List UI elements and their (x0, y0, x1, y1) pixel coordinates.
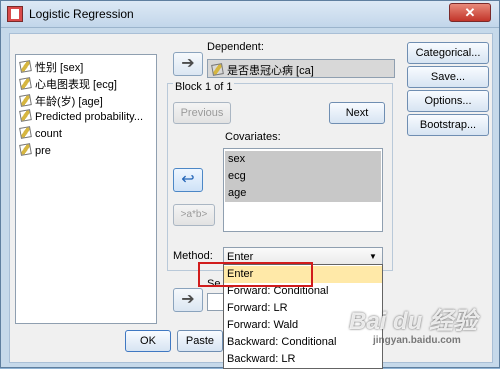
block-label: Block 1 of 1 (173, 81, 235, 93)
dependent-label: Dependent: (207, 41, 264, 53)
move-to-selection-button[interactable]: ➔ (173, 288, 203, 312)
left-arrow-icon: ↩ (181, 171, 195, 188)
method-label: Method: (173, 250, 213, 262)
scale-ruler-icon (19, 77, 32, 90)
dropdown-arrow-icon: ▼ (369, 252, 377, 261)
scale-ruler-icon (19, 126, 32, 139)
scale-ruler-icon (19, 94, 32, 107)
scale-ruler-icon (19, 143, 32, 156)
save-button[interactable]: Save... (407, 66, 489, 88)
right-arrow-icon: ➔ (181, 55, 195, 72)
categorical-button[interactable]: Categorical... (407, 42, 489, 64)
variable-item[interactable]: 性别 [sex] (19, 59, 83, 75)
covariates-label: Covariates: (225, 131, 281, 143)
covariate-item[interactable]: ecg (225, 168, 381, 185)
scale-ruler-icon (19, 60, 32, 73)
move-to-dependent-button[interactable]: ➔ (173, 52, 203, 76)
next-button[interactable]: Next (329, 102, 385, 124)
baidu-watermark: Bai du 经验 jingyan.baidu.com (349, 308, 478, 346)
covariates-list[interactable]: sex ecg age (223, 148, 383, 232)
highlight-box (198, 262, 313, 287)
logistic-regression-dialog: Logistic Regression ✕ 性别 [sex] 心电图表现 [ec… (0, 0, 500, 369)
variable-item[interactable]: Predicted probability... (19, 109, 143, 126)
bootstrap-button[interactable]: Bootstrap... (407, 114, 489, 136)
scale-ruler-icon (19, 109, 32, 122)
title-bar: Logistic Regression ✕ (1, 1, 499, 28)
variable-item[interactable]: pre (19, 143, 51, 160)
variable-item[interactable]: count (19, 126, 62, 143)
dependent-field[interactable]: 是否患冠心病 [ca] (207, 59, 395, 78)
covariate-item[interactable]: age (225, 185, 381, 202)
variable-item[interactable]: 年龄(岁) [age] (19, 93, 103, 109)
variable-item[interactable]: 心电图表现 [ecg] (19, 76, 117, 92)
move-from-covariates-button[interactable]: ↩ (173, 168, 203, 192)
options-button[interactable]: Options... (407, 90, 489, 112)
scale-ruler-icon (211, 63, 224, 76)
spss-app-icon (7, 6, 23, 22)
right-arrow-icon: ➔ (181, 291, 195, 308)
previous-button[interactable]: Previous (173, 102, 231, 124)
paste-button[interactable]: Paste (177, 330, 223, 352)
variable-list[interactable]: 性别 [sex] 心电图表现 [ecg] 年龄(岁) [age] Predict… (15, 54, 157, 324)
covariate-item[interactable]: sex (225, 151, 381, 168)
close-button[interactable]: ✕ (449, 3, 491, 22)
window-title: Logistic Regression (29, 7, 134, 21)
interaction-button[interactable]: >a*b> (173, 204, 215, 226)
ok-button[interactable]: OK (125, 330, 171, 352)
